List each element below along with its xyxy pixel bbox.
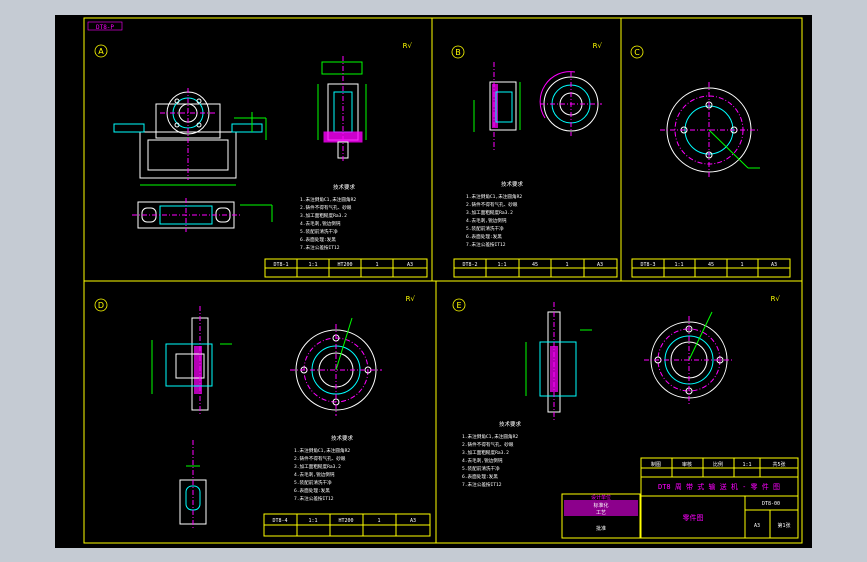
svg-text:DT8-1: DT8-1 bbox=[273, 262, 288, 268]
svg-text:7.未注公差按IT12: 7.未注公差按IT12 bbox=[462, 481, 502, 488]
svg-text:技术要求: 技术要求 bbox=[333, 183, 356, 191]
svg-text:1.未注倒角C1,未注圆角R2: 1.未注倒角C1,未注圆角R2 bbox=[466, 193, 522, 200]
svg-text:5.装配前清洗干净: 5.装配前清洗干净 bbox=[300, 228, 338, 235]
svg-text:B: B bbox=[455, 48, 461, 57]
roughness-mark-a: R√ bbox=[403, 42, 413, 50]
stamp-line-1: 工艺 bbox=[596, 510, 606, 516]
roughness-mark-b: R√ bbox=[593, 42, 603, 50]
stamp-line-0: 标准化 bbox=[593, 502, 608, 509]
svg-text:DT8-3: DT8-3 bbox=[640, 262, 655, 268]
svg-text:1: 1 bbox=[375, 262, 378, 268]
svg-text:3.加工面粗糙度Ra3.2: 3.加工面粗糙度Ra3.2 bbox=[300, 212, 347, 219]
svg-text:45: 45 bbox=[532, 262, 538, 268]
svg-text:2.铸件不得有气孔、砂眼: 2.铸件不得有气孔、砂眼 bbox=[294, 455, 346, 462]
svg-text:4.去毛刺,锐边倒钝: 4.去毛刺,锐边倒钝 bbox=[294, 471, 335, 478]
title-small-cell-1: 第1张 bbox=[777, 522, 790, 529]
svg-text:A3: A3 bbox=[597, 262, 603, 268]
svg-text:3.加工面粗糙度Ra3.2: 3.加工面粗糙度Ra3.2 bbox=[462, 449, 509, 456]
svg-text:1:1: 1:1 bbox=[308, 262, 317, 268]
svg-text:7.未注公差按IT12: 7.未注公差按IT12 bbox=[466, 241, 506, 248]
svg-text:7.未注公差按IT12: 7.未注公差按IT12 bbox=[300, 244, 340, 251]
stamp-line-2: 批准 bbox=[596, 525, 606, 532]
svg-text:A: A bbox=[98, 47, 104, 56]
svg-text:2.铸件不得有气孔、砂眼: 2.铸件不得有气孔、砂眼 bbox=[300, 204, 352, 211]
svg-text:DT8-4: DT8-4 bbox=[272, 518, 287, 524]
svg-text:4.去毛刺,锐边倒钝: 4.去毛刺,锐边倒钝 bbox=[466, 217, 507, 224]
svg-text:HT200: HT200 bbox=[338, 518, 353, 524]
title-small-cell-0: A3 bbox=[754, 523, 760, 529]
svg-text:A3: A3 bbox=[771, 262, 777, 268]
svg-text:5.装配前清洗干净: 5.装配前清洗干净 bbox=[462, 465, 500, 472]
svg-text:1:1: 1:1 bbox=[674, 262, 683, 268]
title-header-cell-0: 制图 bbox=[651, 461, 661, 468]
svg-text:技术要求: 技术要求 bbox=[499, 420, 522, 428]
title-header-cell-2: 比例 bbox=[713, 461, 723, 468]
svg-text:45: 45 bbox=[708, 262, 714, 268]
svg-text:C: C bbox=[634, 48, 640, 57]
drawing-code: DT8-00 bbox=[762, 501, 780, 507]
stamp-title: 设计单位 bbox=[591, 494, 611, 501]
svg-text:2.铸件不得有气孔、砂眼: 2.铸件不得有气孔、砂眼 bbox=[466, 201, 518, 208]
svg-text:6.表面处理:发黑: 6.表面处理:发黑 bbox=[462, 473, 498, 480]
svg-text:1.未注倒角C1,未注圆角R2: 1.未注倒角C1,未注圆角R2 bbox=[300, 196, 356, 203]
drawing-subtitle: 零件图 bbox=[683, 513, 704, 522]
svg-text:A3: A3 bbox=[410, 518, 416, 524]
svg-text:技术要求: 技术要求 bbox=[501, 180, 524, 188]
svg-text:6.表面处理:发黑: 6.表面处理:发黑 bbox=[466, 233, 502, 240]
roughness-mark-d: R√ bbox=[406, 295, 416, 303]
cad-drawing-canvas: DT8-P A B C D E R√ R√ R√ R√ 技术要求 1.未注倒角C… bbox=[55, 15, 812, 548]
svg-text:7.未注公差按IT12: 7.未注公差按IT12 bbox=[294, 495, 334, 502]
svg-text:E: E bbox=[456, 301, 461, 310]
svg-text:A3: A3 bbox=[407, 262, 413, 268]
svg-text:1: 1 bbox=[377, 518, 380, 524]
svg-text:2.铸件不得有气孔、砂眼: 2.铸件不得有气孔、砂眼 bbox=[462, 441, 514, 448]
svg-text:3.加工面粗糙度Ra3.2: 3.加工面粗糙度Ra3.2 bbox=[466, 209, 513, 216]
svg-text:1.未注倒角C1,未注圆角R2: 1.未注倒角C1,未注圆角R2 bbox=[462, 433, 518, 440]
svg-text:D: D bbox=[98, 301, 104, 310]
top-tag: DT8-P bbox=[96, 24, 114, 31]
svg-text:HT200: HT200 bbox=[337, 262, 352, 268]
svg-text:1: 1 bbox=[740, 262, 743, 268]
svg-text:6.表面处理:发黑: 6.表面处理:发黑 bbox=[300, 236, 336, 243]
svg-text:技术要求: 技术要求 bbox=[331, 434, 354, 442]
roughness-mark-e: R√ bbox=[771, 295, 781, 303]
svg-text:4.去毛刺,锐边倒钝: 4.去毛刺,锐边倒钝 bbox=[300, 220, 341, 227]
title-header-cell-3: 1:1 bbox=[742, 462, 751, 468]
svg-text:1:1: 1:1 bbox=[308, 518, 317, 524]
svg-text:DT8-2: DT8-2 bbox=[462, 262, 477, 268]
svg-text:1:1: 1:1 bbox=[497, 262, 506, 268]
svg-text:3.加工面粗糙度Ra3.2: 3.加工面粗糙度Ra3.2 bbox=[294, 463, 341, 470]
svg-text:1: 1 bbox=[565, 262, 568, 268]
svg-text:5.装配前清洗干净: 5.装配前清洗干净 bbox=[294, 479, 332, 486]
svg-text:1.未注倒角C1,未注圆角R2: 1.未注倒角C1,未注圆角R2 bbox=[294, 447, 350, 454]
title-header-cell-4: 共5张 bbox=[772, 461, 785, 468]
svg-text:5.装配前清洗干净: 5.装配前清洗干净 bbox=[466, 225, 504, 232]
svg-text:4.去毛刺,锐边倒钝: 4.去毛刺,锐边倒钝 bbox=[462, 457, 503, 464]
svg-text:6.表面处理:发黑: 6.表面处理:发黑 bbox=[294, 487, 330, 494]
title-header-cell-1: 审核 bbox=[682, 461, 692, 468]
drawing-title: DT8 周 带 式 输 送 机 - 零 件 图 bbox=[658, 482, 780, 491]
